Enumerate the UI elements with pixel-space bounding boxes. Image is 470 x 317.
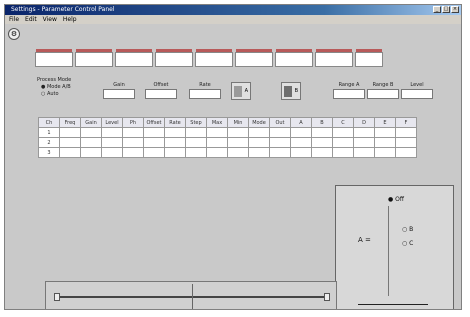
slider-divider xyxy=(192,284,193,309)
panel-left-label: A = xyxy=(358,236,371,244)
option-off[interactable]: ● Off xyxy=(388,196,404,203)
option-c[interactable]: ○ C xyxy=(402,240,413,247)
header-field-7[interactable] xyxy=(275,49,313,67)
menu-file[interactable]: File xyxy=(9,15,19,24)
header-field-4[interactable] xyxy=(155,49,193,67)
app-window: Settings - Parameter Control Panel _ □ ×… xyxy=(4,4,462,310)
table-row: 2 xyxy=(38,137,417,148)
header-field-5[interactable] xyxy=(195,49,233,67)
menu-help[interactable]: Help xyxy=(63,15,77,24)
menu-view[interactable]: View xyxy=(43,15,57,24)
param-gain: Gain xyxy=(103,82,135,99)
parameter-grid: Ch Freq Gain Level Ph Offset Rate Step Max Mi… xyxy=(38,117,417,158)
header-field-8[interactable] xyxy=(315,49,353,67)
slider-thumb-right[interactable] xyxy=(324,293,330,301)
close-button[interactable]: × xyxy=(451,6,459,13)
menu-edit[interactable]: Edit xyxy=(25,15,37,24)
param-range-b: Range B xyxy=(367,82,399,99)
mini-control-a[interactable]: A xyxy=(231,82,251,100)
minimize-button[interactable]: _ xyxy=(433,6,441,13)
param-offset-input[interactable] xyxy=(145,89,177,99)
header-field-1[interactable] xyxy=(35,49,73,67)
param-range-b-input[interactable] xyxy=(367,89,399,99)
param-range-a-input[interactable] xyxy=(333,89,365,99)
param-rate-input[interactable] xyxy=(189,89,221,99)
menu-bar: File Edit View Help xyxy=(5,15,461,24)
param-rate: Rate xyxy=(189,82,221,99)
maximize-button[interactable]: □ xyxy=(442,6,450,13)
param-level: Level xyxy=(401,82,433,99)
option-panel: ● Off A = ○ B ○ C xyxy=(335,185,454,309)
table-row: 1 xyxy=(38,127,417,138)
window-title: Settings - Parameter Control Panel xyxy=(11,6,115,13)
title-bar: Settings - Parameter Control Panel _ □ × xyxy=(5,5,461,15)
table-row: 3 xyxy=(38,147,417,158)
grid-header-row: Ch Freq Gain Level Ph Offset Rate Step Max Mi… xyxy=(38,117,417,128)
header-field-2[interactable] xyxy=(75,49,113,67)
param-range-a: Range A xyxy=(333,82,365,99)
gear-icon[interactable]: ⚙ xyxy=(8,28,20,40)
range-slider xyxy=(45,281,337,309)
param-level-input[interactable] xyxy=(401,89,433,99)
param-offset: Offset xyxy=(145,82,177,99)
mode-radio-ab[interactable]: ● Mode A/B xyxy=(41,84,71,90)
mode-label: Process Mode xyxy=(37,77,72,83)
mode-radio-auto[interactable]: ○ Auto xyxy=(41,91,59,97)
option-b[interactable]: ○ B xyxy=(402,226,413,233)
mini-control-b[interactable]: B xyxy=(281,82,301,100)
panel-divider xyxy=(388,206,389,296)
panel-underline xyxy=(358,304,428,305)
slider-thumb-left[interactable] xyxy=(54,293,60,301)
header-field-6[interactable] xyxy=(235,49,273,67)
header-field-9[interactable] xyxy=(355,49,383,67)
header-field-3[interactable] xyxy=(115,49,153,67)
param-gain-input[interactable] xyxy=(103,89,135,99)
